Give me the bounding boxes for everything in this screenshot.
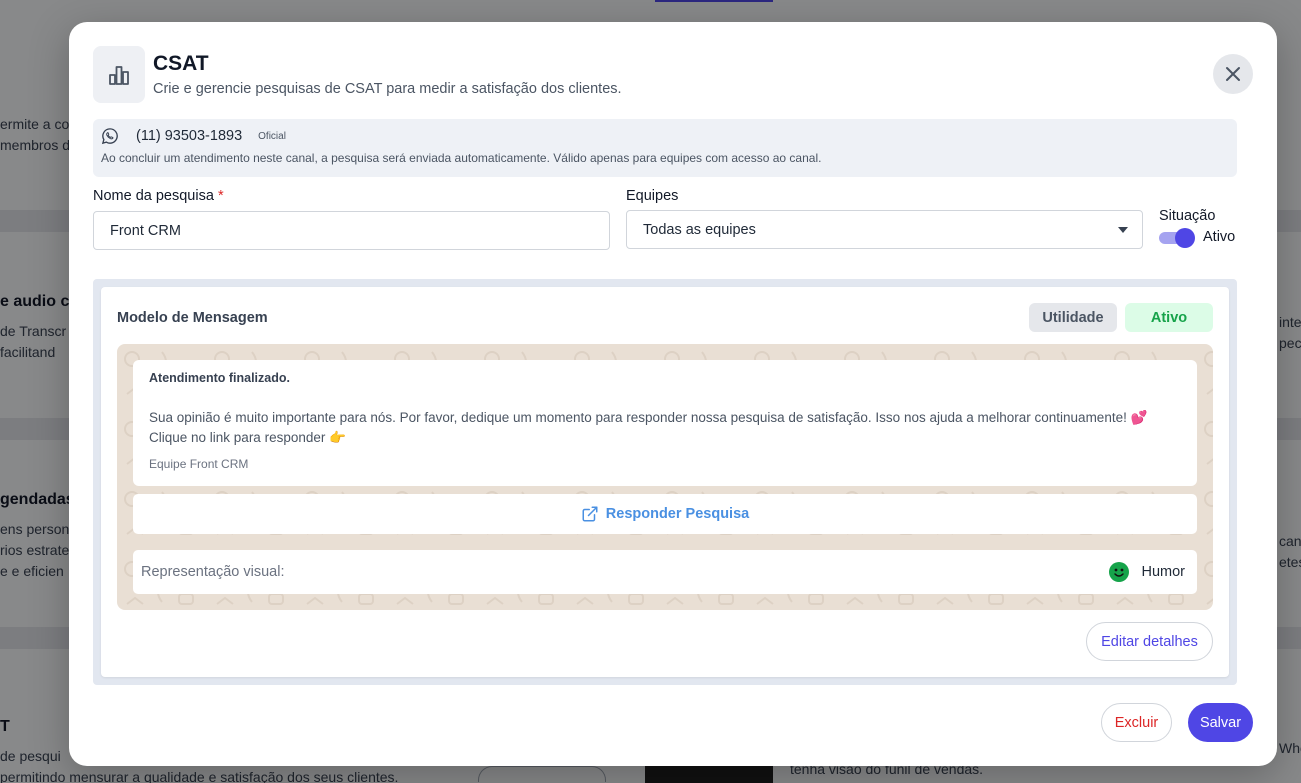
background-heading: T	[0, 718, 10, 735]
template-title: Modelo de Mensagem	[117, 310, 268, 326]
save-button[interactable]: Salvar	[1188, 703, 1253, 742]
background-text: Who	[1279, 740, 1301, 756]
bar-chart-icon	[93, 46, 145, 103]
channel-phone: (11) 93503-1893	[136, 128, 243, 144]
background-text: peci	[1279, 335, 1301, 351]
background-text: inte	[1279, 314, 1301, 330]
visual-label: Representação visual:	[141, 564, 285, 580]
teams-select[interactable]: Todas as equipes	[626, 210, 1143, 249]
background-text: facilitand	[0, 344, 56, 360]
close-icon	[1226, 67, 1240, 81]
modal-title: CSAT	[153, 52, 209, 75]
status-label: Situação	[1159, 208, 1216, 224]
category-badge: Utilidade	[1029, 303, 1117, 332]
status-toggle[interactable]	[1159, 228, 1195, 248]
background-text: de Transcr	[0, 323, 67, 339]
background-image	[645, 765, 773, 783]
message-body-line: Sua opinião é muito importante para nós.…	[149, 410, 1148, 425]
background-text: rios estrate	[0, 542, 70, 558]
modal-subtitle: Crie e gerencie pesquisas de CSAT para m…	[153, 81, 622, 97]
whatsapp-icon	[101, 128, 118, 145]
message-body: Sua opinião é muito importante para nós.…	[149, 408, 1189, 448]
channel-note: Ao concluir um atendimento neste canal, …	[101, 151, 822, 165]
external-link-icon	[582, 506, 598, 522]
teams-select-value: Todas as equipes	[643, 221, 756, 238]
background-text: cana	[1279, 533, 1301, 549]
background-text: etes.	[1279, 554, 1301, 570]
chat-preview: Atendimento finalizado. Sua opinião é mu…	[117, 344, 1213, 610]
visual-value-label: Humor	[1141, 564, 1185, 580]
toggle-knob	[1175, 228, 1195, 248]
template-container: Modelo de Mensagem Utilidade Ativo Atend…	[93, 279, 1237, 685]
message-header: Atendimento finalizado.	[149, 371, 290, 385]
chevron-down-icon	[1118, 227, 1128, 233]
delete-button[interactable]: Excluir	[1101, 703, 1172, 742]
message-body-line: Clique no link para responder 👉	[149, 430, 346, 445]
csat-modal: CSAT Crie e gerencie pesquisas de CSAT p…	[69, 22, 1277, 766]
smiley-face-icon	[1109, 562, 1130, 582]
background-heading: e audio co	[0, 293, 80, 310]
background-text: permitindo mensurar a qualidade e satisf…	[0, 769, 399, 783]
background-text: ermite a co	[0, 116, 70, 132]
background-tab-indicator	[655, 0, 773, 2]
message-footer: Equipe Front CRM	[149, 457, 249, 471]
background-text: e e eficien	[0, 563, 64, 579]
background-text: ens person	[0, 521, 70, 537]
status-badge: Ativo	[1125, 303, 1213, 332]
survey-name-input[interactable]: Front CRM	[93, 211, 610, 250]
teams-label: Equipes	[626, 188, 679, 204]
visual-representation: Representação visual: Humor	[133, 550, 1197, 594]
respond-survey-label: Responder Pesquisa	[605, 506, 750, 522]
status-value: Ativo	[1203, 229, 1236, 245]
background-button	[478, 766, 606, 782]
background-text: de pesqui	[0, 748, 61, 764]
respond-survey-button[interactable]: Responder Pesquisa	[133, 494, 1197, 534]
visual-value: Humor	[1109, 562, 1185, 582]
required-mark: *	[217, 188, 224, 204]
edit-details-button[interactable]: Editar detalhes	[1086, 622, 1213, 661]
channel-info: (11) 93503-1893 Oficial Ao concluir um a…	[93, 119, 1237, 177]
name-label: Nome da pesquisa *	[93, 188, 224, 204]
channel-tag: Oficial	[258, 130, 286, 142]
close-button[interactable]	[1213, 54, 1253, 94]
background-heading: gendadas	[0, 491, 75, 508]
message-bubble: Atendimento finalizado. Sua opinião é mu…	[133, 360, 1197, 486]
template-card: Modelo de Mensagem Utilidade Ativo Atend…	[101, 287, 1229, 677]
background-text: membros d	[0, 137, 71, 153]
